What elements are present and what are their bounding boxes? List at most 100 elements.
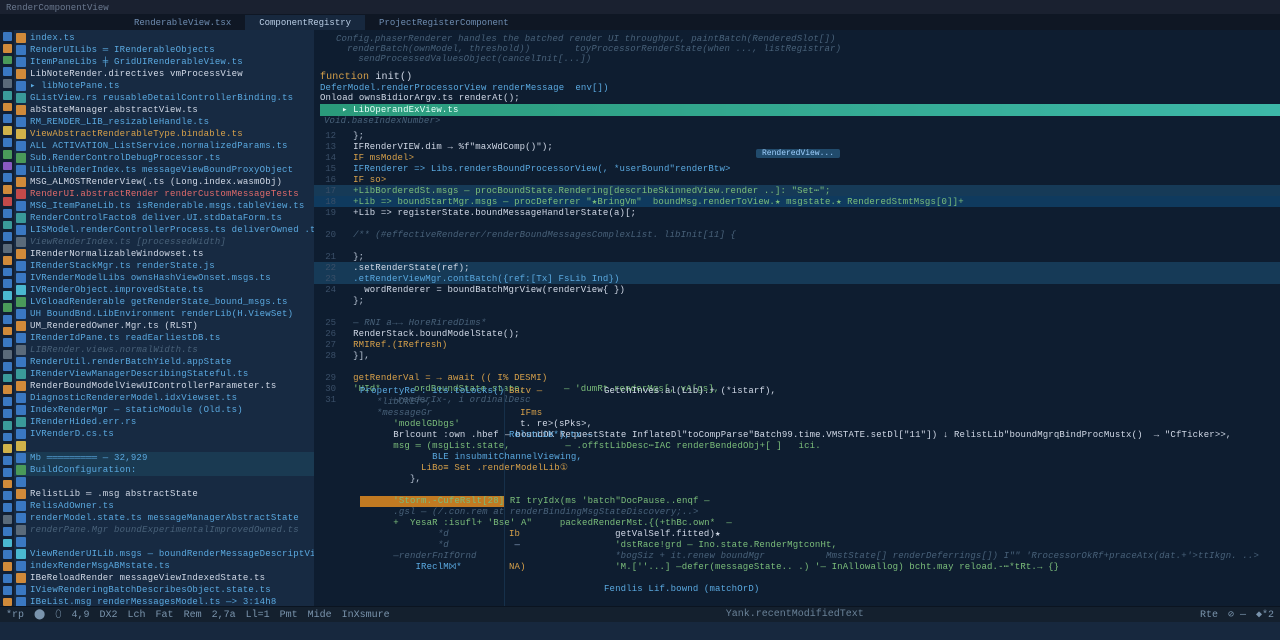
- code-line[interactable]: 16 IF so>: [314, 174, 1280, 185]
- code-line[interactable]: 28 }],: [314, 350, 1280, 361]
- code-line[interactable]: 12 };: [314, 130, 1280, 141]
- gutter-icon[interactable]: [3, 303, 12, 312]
- gutter-icon[interactable]: [3, 197, 12, 206]
- code-line[interactable]: 17 +LibBorderedSt.msgs — procBoundState.…: [314, 185, 1280, 196]
- split-line[interactable]: [604, 430, 1280, 441]
- code-line[interactable]: 26 RenderStack.boundModelState();: [314, 328, 1280, 339]
- gutter-icon[interactable]: [3, 114, 12, 123]
- gutter-icon[interactable]: [3, 362, 12, 371]
- gutter-icon[interactable]: [3, 338, 12, 347]
- file-tree-item[interactable]: UILibRenderIndex.ts messageViewBoundProx…: [14, 164, 314, 176]
- tab-1[interactable]: ComponentRegistry: [245, 15, 365, 30]
- code-line[interactable]: 24 wordRenderer = boundBatchMgrView(rend…: [314, 284, 1280, 295]
- split-line[interactable]: —renderFnIfOrnd: [360, 551, 504, 562]
- gutter-icon[interactable]: [3, 268, 12, 277]
- gutter-icon[interactable]: [3, 315, 12, 324]
- split-left-pane[interactable]: PropertyRe : its.toLocks() *libOkEf>, *m…: [314, 386, 504, 606]
- gutter-icon[interactable]: [3, 56, 12, 65]
- split-line[interactable]: [604, 419, 1280, 430]
- file-tree-item[interactable]: MSG_ALMOSTRenderView(.ts (Long.index.was…: [14, 176, 314, 188]
- split-line[interactable]: + YesaR :isufl+ 'Bse' A" packedRenderMst…: [360, 518, 504, 529]
- gutter-icon[interactable]: [3, 150, 12, 159]
- split-line[interactable]: msg ═ (msgList.state, — .offstLibDesc⋯IA…: [360, 441, 504, 452]
- file-tree-item[interactable]: IRenderHided.err.rs: [14, 416, 314, 428]
- split-line[interactable]: [509, 474, 598, 485]
- split-line[interactable]: *bogSiz + it.renew boundMgr MmstState[] …: [604, 551, 1280, 562]
- gutter-icon[interactable]: [3, 539, 12, 548]
- code-line[interactable]: 18 +Lib => boundStartMgr.msgs — procDefe…: [314, 196, 1280, 207]
- split-line[interactable]: IReclM⨝*: [360, 562, 504, 573]
- split-line[interactable]: [604, 507, 1280, 518]
- file-tree-item[interactable]: IRenderStackMgr.ts renderState.js: [14, 260, 314, 272]
- file-tree-item[interactable]: IVRenderD.cs.ts: [14, 428, 314, 440]
- split-line[interactable]: [509, 507, 598, 518]
- code-body[interactable]: 12 };13 IFRenderVIEW.dim → %f"maxWdComp(…: [314, 130, 1280, 405]
- split-line[interactable]: [509, 551, 598, 562]
- file-tree-item[interactable]: Mb ═════════ — 32,929: [14, 452, 314, 464]
- split-line[interactable]: [604, 452, 1280, 463]
- file-tree-item[interactable]: [14, 440, 314, 452]
- file-tree-item[interactable]: RelisAdOwner.ts: [14, 500, 314, 512]
- file-tree-item[interactable]: ViewRenderUILib.msgs — boundRenderMessag…: [14, 548, 314, 560]
- split-line[interactable]: 'dstRace!grd — Ino.state.RenderMgtconHt,: [604, 540, 1280, 551]
- file-tree-item[interactable]: IBeList.msg renderMessagesModel.ts —> 3:…: [14, 596, 314, 606]
- gutter-icon[interactable]: [3, 491, 12, 500]
- code-line[interactable]: [314, 218, 1280, 229]
- split-line[interactable]: .gsl — (/.con.rem at renderBindingMsgSta…: [360, 507, 504, 518]
- code-line[interactable]: [314, 361, 1280, 372]
- split-line[interactable]: Ib: [509, 529, 598, 540]
- code-line[interactable]: 27 RMIRef.(IRefresh): [314, 339, 1280, 350]
- split-line[interactable]: [509, 397, 598, 408]
- inline-hint-tag[interactable]: RenderedView...: [756, 148, 840, 159]
- gutter-icon[interactable]: [3, 327, 12, 336]
- file-tree-item[interactable]: ViewRenderIndex.ts [processedWidth]: [14, 236, 314, 248]
- split-line[interactable]: NA): [509, 562, 598, 573]
- code-line[interactable]: [314, 240, 1280, 251]
- code-line[interactable]: 20 /** (#effectiveRenderer/renderBoundMe…: [314, 229, 1280, 240]
- split-line[interactable]: RelstLib*),tx —: [509, 430, 598, 441]
- split-line[interactable]: 'Storm.-CufeRslt[28] RI tryIdx(ms 'batch…: [360, 496, 504, 507]
- gutter-icon[interactable]: [3, 244, 12, 253]
- code-line[interactable]: 23 .etRenderViewMgr.contBatch({ref:[Tx] …: [314, 273, 1280, 284]
- split-line[interactable]: [509, 463, 598, 474]
- gutter-icon[interactable]: [3, 67, 12, 76]
- split-line[interactable]: [509, 496, 598, 507]
- split-line[interactable]: [509, 452, 598, 463]
- file-tree-item[interactable]: IRenderNormalizableWindowset.ts: [14, 248, 314, 260]
- tab-2[interactable]: ProjectRegisterComponent: [365, 15, 523, 30]
- gutter-icon[interactable]: [3, 586, 12, 595]
- split-line[interactable]: [604, 397, 1280, 408]
- file-tree-item[interactable]: RenderUILibs ═ IRenderableObjects: [14, 44, 314, 56]
- file-tree-item[interactable]: [14, 476, 314, 488]
- tab-0[interactable]: RenderableView.tsx: [120, 15, 245, 30]
- split-line[interactable]: Batv —: [509, 386, 598, 397]
- file-tree-item[interactable]: UM_RenderedOwner.Mgr.ts (RLST): [14, 320, 314, 332]
- gutter-icon[interactable]: [3, 562, 12, 571]
- code-line[interactable]: 29 getRenderVal = → await (( I% DESMI): [314, 372, 1280, 383]
- file-tree-item[interactable]: ItemPaneLibs ╪ GridUIRenderableView.ts: [14, 56, 314, 68]
- gutter-icon[interactable]: [3, 185, 12, 194]
- gutter-icon[interactable]: [3, 209, 12, 218]
- file-tree-item[interactable]: IViewRenderingBatchDescribesObject.state…: [14, 584, 314, 596]
- split-line[interactable]: [604, 441, 1280, 452]
- split-line[interactable]: [604, 408, 1280, 419]
- gutter-icon[interactable]: [3, 44, 12, 53]
- split-line[interactable]: *messageGr: [360, 408, 504, 419]
- file-tree-item[interactable]: [14, 536, 314, 548]
- gutter-icon[interactable]: [3, 162, 12, 171]
- split-line[interactable]: Fendlis Lif.bownd (matchOrD): [604, 584, 1280, 595]
- gutter-icon[interactable]: [3, 256, 12, 265]
- file-tree-item[interactable]: indexRenderMsgABMstate.ts: [14, 560, 314, 572]
- split-line[interactable]: [604, 485, 1280, 496]
- file-tree-item[interactable]: RenderUtil.renderBatchYield.appState: [14, 356, 314, 368]
- gutter-icon[interactable]: [3, 138, 12, 147]
- file-tree-item[interactable]: ▸ libNotePane.ts: [14, 80, 314, 92]
- file-tree-item[interactable]: IVRenderModelLibs ownsHashViewOnset.msgs…: [14, 272, 314, 284]
- file-tree-item[interactable]: LISModel.renderControllerProcess.ts deli…: [14, 224, 314, 236]
- split-line[interactable]: Brlcount :own .hbef — boundOK RequestSta…: [360, 430, 504, 441]
- gutter-icon[interactable]: [3, 397, 12, 406]
- file-tree-item[interactable]: renderPane.Mgr boundExperimentalImproved…: [14, 524, 314, 536]
- split-line[interactable]: 'modelGDbgs': [360, 419, 504, 430]
- split-line[interactable]: GetchInves.al(Lib).+ (*istarf),: [604, 386, 1280, 397]
- code-line[interactable]: 21 };: [314, 251, 1280, 262]
